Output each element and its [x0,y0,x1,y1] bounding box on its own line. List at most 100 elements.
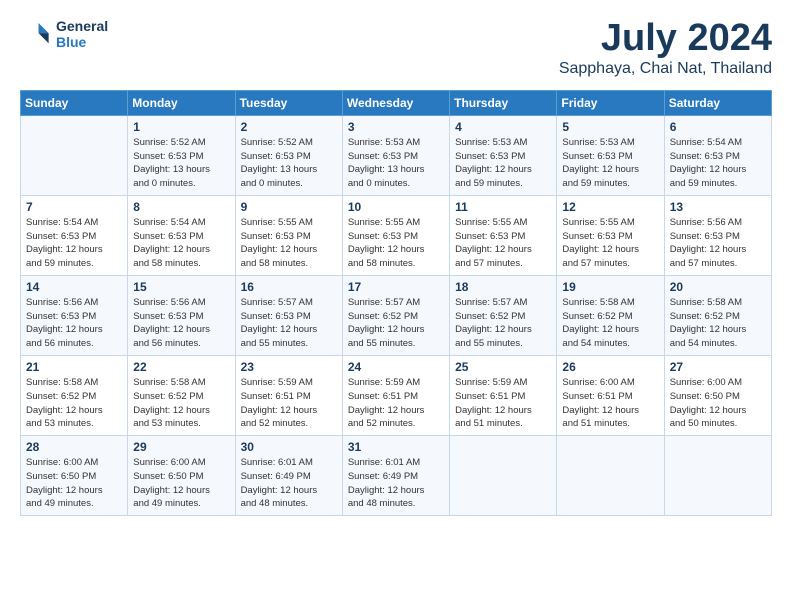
header-row: General Blue July 2024 Sapphaya, Chai Na… [20,18,772,78]
header-sunday: Sunday [21,90,128,115]
day-info: Sunrise: 5:56 AM Sunset: 6:53 PM Dayligh… [133,296,229,351]
title-block: July 2024 Sapphaya, Chai Nat, Thailand [559,18,772,78]
day-number: 22 [133,360,229,374]
calendar-cell: 27 Sunrise: 6:00 AM Sunset: 6:50 PM Dayli… [664,355,771,435]
day-number: 1 [133,120,229,134]
calendar-cell: 13 Sunrise: 5:56 AM Sunset: 6:53 PM Dayli… [664,195,771,275]
day-info: Sunrise: 6:01 AM Sunset: 6:49 PM Dayligh… [241,456,337,511]
calendar-cell: 9Sunrise: 5:55 AM Sunset: 6:53 PM Daylig… [235,195,342,275]
day-info: Sunrise: 5:52 AM Sunset: 6:53 PM Dayligh… [133,136,229,191]
day-number: 28 [26,440,122,454]
day-info: Sunrise: 5:57 AM Sunset: 6:53 PM Dayligh… [241,296,337,351]
calendar-cell: 15 Sunrise: 5:56 AM Sunset: 6:53 PM Dayli… [128,275,235,355]
week-row-3: 21Sunrise: 5:58 AM Sunset: 6:52 PM Dayli… [21,355,772,435]
day-info: Sunrise: 6:00 AM Sunset: 6:50 PM Dayligh… [26,456,122,511]
calendar-cell: 22 Sunrise: 5:58 AM Sunset: 6:52 PM Dayli… [128,355,235,435]
day-number: 6 [670,120,766,134]
header-tuesday: Tuesday [235,90,342,115]
logo: General Blue [20,18,108,50]
day-number: 23 [241,360,337,374]
day-number: 16 [241,280,337,294]
day-info: Sunrise: 5:53 AM Sunset: 6:53 PM Dayligh… [562,136,658,191]
header-saturday: Saturday [664,90,771,115]
calendar-cell: 8 Sunrise: 5:54 AM Sunset: 6:53 PM Daylig… [128,195,235,275]
day-info: Sunrise: 5:52 AM Sunset: 6:53 PM Dayligh… [241,136,337,191]
day-number: 5 [562,120,658,134]
calendar-cell: 5 Sunrise: 5:53 AM Sunset: 6:53 PM Daylig… [557,115,664,195]
day-number: 29 [133,440,229,454]
day-info: Sunrise: 5:59 AM Sunset: 6:51 PM Dayligh… [241,376,337,431]
day-info: Sunrise: 5:55 AM Sunset: 6:53 PM Dayligh… [241,216,337,271]
day-info: Sunrise: 5:56 AM Sunset: 6:53 PM Dayligh… [670,216,766,271]
day-number: 13 [670,200,766,214]
day-info: Sunrise: 6:00 AM Sunset: 6:50 PM Dayligh… [133,456,229,511]
day-number: 15 [133,280,229,294]
calendar-cell: 25 Sunrise: 5:59 AM Sunset: 6:51 PM Dayli… [450,355,557,435]
month-title: July 2024 [559,18,772,60]
logo-icon [20,18,52,50]
day-info: Sunrise: 5:58 AM Sunset: 6:52 PM Dayligh… [26,376,122,431]
header-monday: Monday [128,90,235,115]
day-number: 24 [348,360,444,374]
day-info: Sunrise: 5:53 AM Sunset: 6:53 PM Dayligh… [348,136,444,191]
week-row-4: 28 Sunrise: 6:00 AM Sunset: 6:50 PM Dayli… [21,436,772,516]
week-row-1: 7 Sunrise: 5:54 AM Sunset: 6:53 PM Daylig… [21,195,772,275]
day-number: 26 [562,360,658,374]
calendar-cell: 10Sunrise: 5:55 AM Sunset: 6:53 PM Dayli… [342,195,449,275]
day-info: Sunrise: 5:59 AM Sunset: 6:51 PM Dayligh… [348,376,444,431]
day-number: 3 [348,120,444,134]
calendar-cell: 30 Sunrise: 6:01 AM Sunset: 6:49 PM Dayli… [235,436,342,516]
calendar-cell: 2Sunrise: 5:52 AM Sunset: 6:53 PM Daylig… [235,115,342,195]
header-friday: Friday [557,90,664,115]
day-number: 10 [348,200,444,214]
week-row-2: 14 Sunrise: 5:56 AM Sunset: 6:53 PM Dayli… [21,275,772,355]
calendar-cell: 31Sunrise: 6:01 AM Sunset: 6:49 PM Dayli… [342,436,449,516]
calendar-cell [21,115,128,195]
day-number: 14 [26,280,122,294]
day-info: Sunrise: 5:54 AM Sunset: 6:53 PM Dayligh… [133,216,229,271]
week-row-0: 1 Sunrise: 5:52 AM Sunset: 6:53 PM Daylig… [21,115,772,195]
calendar-cell [664,436,771,516]
logo-text: General Blue [56,18,108,50]
day-number: 25 [455,360,551,374]
day-info: Sunrise: 5:56 AM Sunset: 6:53 PM Dayligh… [26,296,122,351]
calendar-cell: 11 Sunrise: 5:55 AM Sunset: 6:53 PM Dayli… [450,195,557,275]
day-info: Sunrise: 5:58 AM Sunset: 6:52 PM Dayligh… [562,296,658,351]
calendar-cell: 20 Sunrise: 5:58 AM Sunset: 6:52 PM Dayli… [664,275,771,355]
day-info: Sunrise: 5:58 AM Sunset: 6:52 PM Dayligh… [670,296,766,351]
location-title: Sapphaya, Chai Nat, Thailand [559,60,772,78]
day-info: Sunrise: 5:57 AM Sunset: 6:52 PM Dayligh… [348,296,444,351]
day-number: 27 [670,360,766,374]
logo-line2: Blue [56,34,108,50]
day-number: 11 [455,200,551,214]
calendar-cell: 7 Sunrise: 5:54 AM Sunset: 6:53 PM Daylig… [21,195,128,275]
day-info: Sunrise: 5:59 AM Sunset: 6:51 PM Dayligh… [455,376,551,431]
day-info: Sunrise: 5:55 AM Sunset: 6:53 PM Dayligh… [562,216,658,271]
day-info: Sunrise: 6:00 AM Sunset: 6:50 PM Dayligh… [670,376,766,431]
calendar-cell: 29 Sunrise: 6:00 AM Sunset: 6:50 PM Dayli… [128,436,235,516]
calendar-cell: 1 Sunrise: 5:52 AM Sunset: 6:53 PM Daylig… [128,115,235,195]
day-number: 8 [133,200,229,214]
day-number: 30 [241,440,337,454]
calendar-cell: 28 Sunrise: 6:00 AM Sunset: 6:50 PM Dayli… [21,436,128,516]
day-info: Sunrise: 5:55 AM Sunset: 6:53 PM Dayligh… [455,216,551,271]
day-number: 18 [455,280,551,294]
page-container: General Blue July 2024 Sapphaya, Chai Na… [0,0,792,526]
calendar-cell: 6Sunrise: 5:54 AM Sunset: 6:53 PM Daylig… [664,115,771,195]
calendar-cell: 3 Sunrise: 5:53 AM Sunset: 6:53 PM Daylig… [342,115,449,195]
header-thursday: Thursday [450,90,557,115]
calendar-cell: 16 Sunrise: 5:57 AM Sunset: 6:53 PM Dayli… [235,275,342,355]
calendar-cell [450,436,557,516]
calendar-cell: 21Sunrise: 5:58 AM Sunset: 6:52 PM Dayli… [21,355,128,435]
day-info: Sunrise: 5:54 AM Sunset: 6:53 PM Dayligh… [26,216,122,271]
day-number: 20 [670,280,766,294]
calendar-cell: 12Sunrise: 5:55 AM Sunset: 6:53 PM Dayli… [557,195,664,275]
day-info: Sunrise: 5:53 AM Sunset: 6:53 PM Dayligh… [455,136,551,191]
calendar-header-row: SundayMondayTuesdayWednesdayThursdayFrid… [21,90,772,115]
calendar-cell: 17Sunrise: 5:57 AM Sunset: 6:52 PM Dayli… [342,275,449,355]
calendar-cell: 23 Sunrise: 5:59 AM Sunset: 6:51 PM Dayli… [235,355,342,435]
day-info: Sunrise: 5:58 AM Sunset: 6:52 PM Dayligh… [133,376,229,431]
day-number: 7 [26,200,122,214]
day-number: 31 [348,440,444,454]
day-number: 19 [562,280,658,294]
